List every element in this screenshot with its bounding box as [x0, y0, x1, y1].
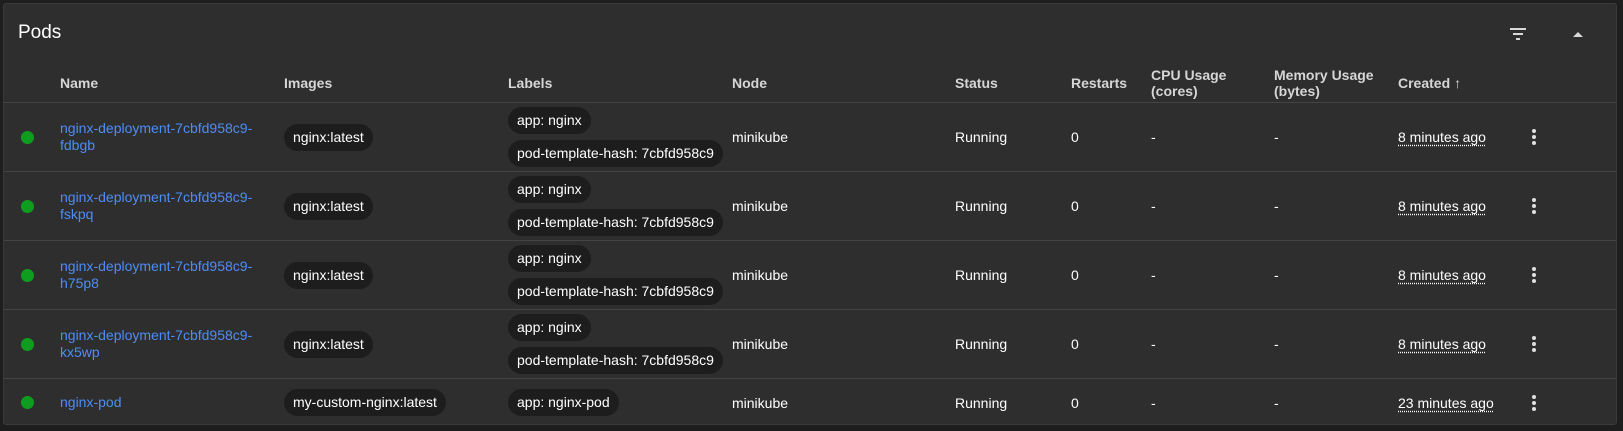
- node-cell: minikube: [732, 102, 955, 172]
- image-chip: my-custom-nginx:latest: [284, 389, 446, 416]
- column-header-created[interactable]: Created ↑: [1398, 64, 1522, 103]
- status-dot-header: [4, 64, 60, 103]
- memory-cell: -: [1274, 309, 1398, 379]
- cpu-cell: -: [1151, 240, 1274, 310]
- sort-ascending-icon: ↑: [1454, 75, 1462, 91]
- column-header-images[interactable]: Images: [284, 64, 508, 103]
- status-running-icon: [21, 268, 34, 282]
- image-chip: nginx:latest: [284, 330, 373, 358]
- column-header-node[interactable]: Node: [732, 64, 955, 103]
- node-cell: minikube: [732, 378, 955, 424]
- table-row: nginx-deployment-7cbfd958c9- fdbgb nginx:…: [4, 102, 1616, 172]
- row-actions-button[interactable]: [1522, 125, 1546, 149]
- table-header-row: Name Images Labels Node Status Restarts …: [4, 64, 1616, 103]
- node-cell: minikube: [732, 309, 955, 379]
- status-cell: Running: [955, 309, 1071, 379]
- table-row: nginx-deployment-7cbfd958c9- fskpq nginx:…: [4, 171, 1616, 241]
- created-cell: 8 minutes ago: [1398, 336, 1486, 352]
- label-chip: pod-template-hash: 7cbfd958c9: [508, 140, 723, 167]
- label-chip: app: nginx: [508, 245, 591, 272]
- pod-name-link[interactable]: nginx-deployment-7cbfd958c9- h75p8: [60, 258, 260, 292]
- image-chip: nginx:latest: [284, 192, 373, 220]
- panel-title: Pods: [18, 22, 62, 43]
- status-cell: Running: [955, 102, 1071, 172]
- label-chip: app: nginx-pod: [508, 389, 619, 416]
- restarts-cell: 0: [1071, 102, 1151, 172]
- label-chip: app: nginx: [508, 107, 591, 134]
- column-header-name[interactable]: Name: [60, 64, 284, 103]
- status-cell: Running: [955, 240, 1071, 310]
- pods-card: Pods Name Images Labels Node Status Rest…: [3, 3, 1617, 425]
- image-chip: nginx:latest: [284, 261, 373, 289]
- row-actions-button[interactable]: [1522, 263, 1546, 287]
- chevron-up-icon: [1573, 32, 1583, 37]
- more-vert-icon: [1532, 267, 1536, 283]
- label-chip: pod-template-hash: 7cbfd958c9: [508, 209, 723, 236]
- created-cell: 8 minutes ago: [1398, 129, 1486, 145]
- pod-name-link[interactable]: nginx-pod: [60, 394, 260, 411]
- more-vert-icon: [1532, 198, 1536, 214]
- cpu-cell: -: [1151, 171, 1274, 241]
- pod-name-link[interactable]: nginx-deployment-7cbfd958c9- fskpq: [60, 189, 260, 223]
- row-actions-button[interactable]: [1522, 194, 1546, 218]
- status-running-icon: [21, 130, 34, 144]
- label-chip: app: nginx: [508, 176, 591, 203]
- cpu-cell: -: [1151, 309, 1274, 379]
- node-cell: minikube: [732, 171, 955, 241]
- status-running-icon: [21, 337, 34, 351]
- pods-table: Name Images Labels Node Status Restarts …: [4, 64, 1616, 424]
- column-header-restarts[interactable]: Restarts: [1071, 64, 1151, 103]
- more-vert-icon: [1532, 336, 1536, 352]
- created-cell: 8 minutes ago: [1398, 267, 1486, 283]
- created-cell: 8 minutes ago: [1398, 198, 1486, 214]
- cpu-cell: -: [1151, 102, 1274, 172]
- column-header-status[interactable]: Status: [955, 64, 1071, 103]
- row-actions-button[interactable]: [1522, 391, 1546, 415]
- more-vert-icon: [1532, 129, 1536, 145]
- memory-cell: -: [1274, 171, 1398, 241]
- created-cell: 23 minutes ago: [1398, 394, 1494, 411]
- label-chip: app: nginx: [508, 314, 591, 341]
- filter-icon: [1510, 28, 1526, 40]
- created-header-label: Created: [1398, 75, 1451, 91]
- cpu-cell: -: [1151, 378, 1274, 424]
- restarts-cell: 0: [1071, 171, 1151, 241]
- memory-header-line1: Memory Usage: [1274, 67, 1374, 83]
- table-row: nginx-pod my-custom-nginx:latest app: ng…: [4, 378, 1616, 424]
- actions-header: [1522, 64, 1616, 103]
- memory-header-line2: (bytes): [1274, 83, 1320, 99]
- table-row: nginx-deployment-7cbfd958c9- kx5wp nginx:…: [4, 309, 1616, 379]
- memory-cell: -: [1274, 378, 1398, 424]
- label-chip: pod-template-hash: 7cbfd958c9: [508, 347, 723, 374]
- restarts-cell: 0: [1071, 240, 1151, 310]
- row-actions-button[interactable]: [1522, 332, 1546, 356]
- collapse-button[interactable]: [1560, 16, 1596, 52]
- more-vert-icon: [1532, 394, 1536, 411]
- column-header-labels[interactable]: Labels: [508, 64, 732, 103]
- label-chip: pod-template-hash: 7cbfd958c9: [508, 278, 723, 305]
- node-cell: minikube: [732, 240, 955, 310]
- restarts-cell: 0: [1071, 378, 1151, 424]
- filter-button[interactable]: [1500, 16, 1536, 52]
- status-running-icon: [21, 396, 34, 409]
- table-row: nginx-deployment-7cbfd958c9- h75p8 nginx:…: [4, 240, 1616, 310]
- column-header-cpu[interactable]: CPU Usage (cores): [1151, 64, 1274, 103]
- pod-name-link[interactable]: nginx-deployment-7cbfd958c9- fdbgb: [60, 120, 260, 154]
- status-running-icon: [21, 199, 34, 213]
- restarts-cell: 0: [1071, 309, 1151, 379]
- status-cell: Running: [955, 378, 1071, 424]
- memory-cell: -: [1274, 102, 1398, 172]
- image-chip: nginx:latest: [284, 123, 373, 151]
- status-cell: Running: [955, 171, 1071, 241]
- card-header: Pods: [4, 4, 1616, 64]
- pod-name-link[interactable]: nginx-deployment-7cbfd958c9- kx5wp: [60, 327, 260, 361]
- column-header-memory[interactable]: Memory Usage (bytes): [1274, 64, 1398, 103]
- memory-cell: -: [1274, 240, 1398, 310]
